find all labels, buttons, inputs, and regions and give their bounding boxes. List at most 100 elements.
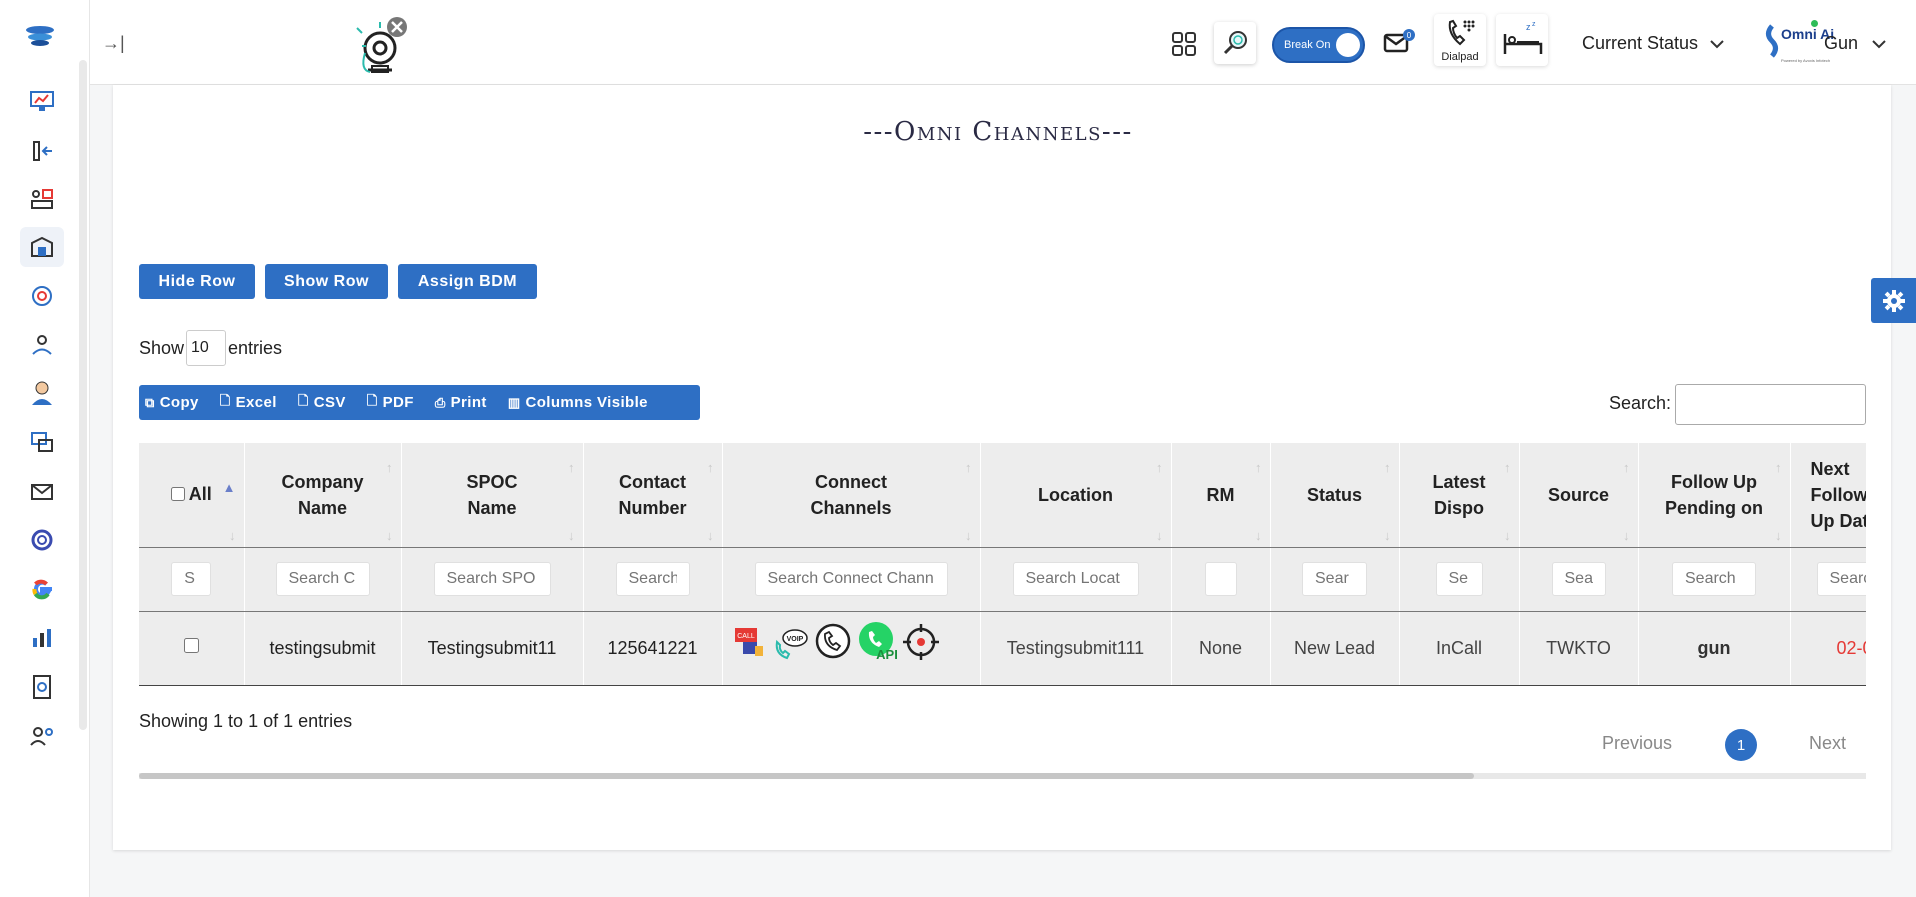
topbar: →| Break On 0 Dialpad zz Current Status … — [90, 0, 1916, 85]
global-search-icon[interactable] — [1214, 22, 1256, 64]
header-company[interactable]: Company Name ↑ ↓ — [244, 443, 402, 548]
dialpad-button[interactable]: Dialpad — [1434, 14, 1486, 66]
target-icon[interactable] — [901, 622, 941, 662]
omni-channels-icon[interactable] — [20, 227, 64, 267]
header-followup[interactable]: Follow Up Pending on ↑ ↓ — [1638, 443, 1791, 548]
print-label: Print — [450, 394, 487, 411]
header-source[interactable]: Source ↑ ↓ — [1519, 443, 1639, 548]
sort-icon: ↓ — [1775, 527, 1782, 543]
header-location[interactable]: Location ↑ ↓ — [980, 443, 1172, 548]
sidebar-scrollbar[interactable] — [79, 60, 87, 730]
filter-contact-input[interactable] — [615, 562, 690, 596]
header-company-label: Company Name — [281, 471, 364, 518]
header-rm-label: RM — [1206, 484, 1235, 505]
filter-source-input[interactable] — [1551, 562, 1606, 596]
cell-company: testingsubmit — [244, 611, 402, 686]
filter-status-input[interactable] — [1302, 562, 1367, 596]
show-row-button[interactable]: Show Row — [265, 264, 388, 299]
entries-select[interactable] — [186, 330, 227, 366]
support-icon[interactable] — [20, 325, 64, 365]
pagination-page[interactable]: 1 — [1725, 729, 1757, 761]
call-icon[interactable]: CALL — [733, 624, 769, 660]
copy-button[interactable]: ⧉ Copy — [145, 394, 199, 411]
header-all[interactable]: All ▲ ↓ — [139, 443, 245, 548]
print-button[interactable]: ⎙ Print — [435, 394, 487, 411]
target-icon[interactable] — [20, 276, 64, 316]
row-checkbox[interactable] — [183, 638, 199, 653]
header-channels-label: Connect Channels — [810, 471, 892, 518]
mail-icon[interactable]: 0 — [1383, 29, 1415, 59]
filter-dispo-input[interactable] — [1435, 562, 1483, 596]
cell-rm: None — [1171, 611, 1271, 686]
filter-all-input[interactable] — [171, 562, 212, 596]
voip-icon[interactable]: VOIP — [773, 624, 809, 660]
user-menu[interactable]: Gun — [1824, 33, 1886, 54]
header-nextfollow[interactable]: Next Follow Up Date — [1790, 443, 1866, 548]
document-icon[interactable] — [20, 667, 64, 707]
users-list-icon[interactable] — [20, 179, 64, 219]
excel-button[interactable]: 🗋 Excel — [220, 392, 277, 414]
header-channels[interactable]: Connect Channels ↑ ↓ — [722, 443, 981, 548]
pagination-next[interactable]: Next — [1809, 733, 1846, 754]
filter-rm-input[interactable] — [1204, 562, 1237, 596]
whatsapp-api-icon[interactable]: API — [857, 621, 897, 663]
cell-contact: 125641221 — [583, 611, 723, 686]
assign-bdm-button[interactable]: Assign BDM — [398, 264, 537, 299]
collapse-sidebar-icon[interactable]: →| — [102, 33, 125, 54]
columns-visible-button[interactable]: ▥ Columns Visible — [508, 394, 648, 411]
chat-icon[interactable] — [20, 422, 64, 462]
app-logo-icon[interactable] — [20, 18, 60, 52]
filter-nextfollow-input[interactable] — [1816, 562, 1866, 596]
sleep-icon[interactable]: zz — [1496, 14, 1548, 66]
search-label: Search: — [1609, 393, 1672, 413]
google-icon[interactable] — [20, 569, 64, 609]
columns-icon: ▥ — [507, 394, 521, 410]
apps-grid-icon[interactable] — [1172, 32, 1196, 61]
header-dispo-label: Latest Dispo — [1432, 471, 1486, 518]
dialpad-label: Dialpad — [1441, 51, 1479, 63]
transfer-call-icon[interactable] — [20, 131, 64, 171]
user-settings-icon[interactable] — [20, 716, 64, 756]
filter-channels-input[interactable] — [754, 562, 948, 596]
filter-spoc-input[interactable] — [433, 562, 551, 596]
current-status-dropdown[interactable]: Current Status — [1582, 33, 1724, 54]
copy-icon: ⧉ — [145, 394, 155, 410]
break-toggle[interactable]: Break On — [1272, 27, 1365, 63]
header-spoc-label: SPOC Name — [466, 471, 518, 518]
entries-label: entries — [228, 337, 283, 358]
filter-location-input[interactable] — [1012, 562, 1139, 596]
filter-company-input[interactable] — [275, 562, 370, 596]
header-dispo[interactable]: Latest Dispo ↑ ↓ — [1399, 443, 1520, 548]
pagination-previous[interactable]: Previous — [1602, 733, 1672, 754]
api-icon-text: API — [876, 647, 897, 662]
mail-icon[interactable] — [20, 472, 64, 512]
filter-followup-input[interactable] — [1672, 562, 1756, 596]
horizontal-scrollbar-track[interactable] — [139, 773, 1866, 779]
filter-all-cell — [139, 547, 245, 612]
sort-icon: ↑ — [1623, 460, 1630, 475]
svg-text:z: z — [1532, 21, 1536, 28]
header-all-label: All — [188, 484, 212, 505]
hide-row-button[interactable]: Hide Row — [139, 264, 255, 299]
pdf-button[interactable]: 🗋 PDF — [367, 392, 414, 414]
header-status[interactable]: Status ↑ ↓ — [1270, 443, 1400, 548]
table-search-input[interactable] — [1675, 384, 1866, 425]
header-rm[interactable]: RM ↑ ↓ — [1171, 443, 1271, 548]
sort-icon: ↑ — [965, 460, 972, 475]
select-all-checkbox[interactable] — [170, 487, 185, 502]
agent-icon[interactable] — [20, 373, 64, 413]
settings-gear-button[interactable] — [1871, 278, 1916, 323]
horizontal-scrollbar-thumb[interactable] — [139, 773, 1474, 779]
ring-icon[interactable] — [20, 520, 64, 560]
online-status-dot — [1811, 20, 1818, 27]
header-contact[interactable]: Contact Number ↑ ↓ — [583, 443, 723, 548]
csv-button[interactable]: 🗋 CSV — [298, 392, 346, 414]
analytics-icon[interactable] — [20, 618, 64, 658]
monitor-icon[interactable] — [20, 81, 64, 121]
header-followup-label: Follow Up Pending on — [1665, 471, 1763, 518]
header-spoc[interactable]: SPOC Name ↑ ↓ — [401, 443, 584, 548]
filter-nextfollow-cell — [1790, 547, 1866, 612]
phone-icon[interactable] — [813, 622, 853, 662]
current-status-label: Current Status — [1582, 33, 1699, 53]
alarm-bell-icon[interactable] — [330, 8, 430, 85]
